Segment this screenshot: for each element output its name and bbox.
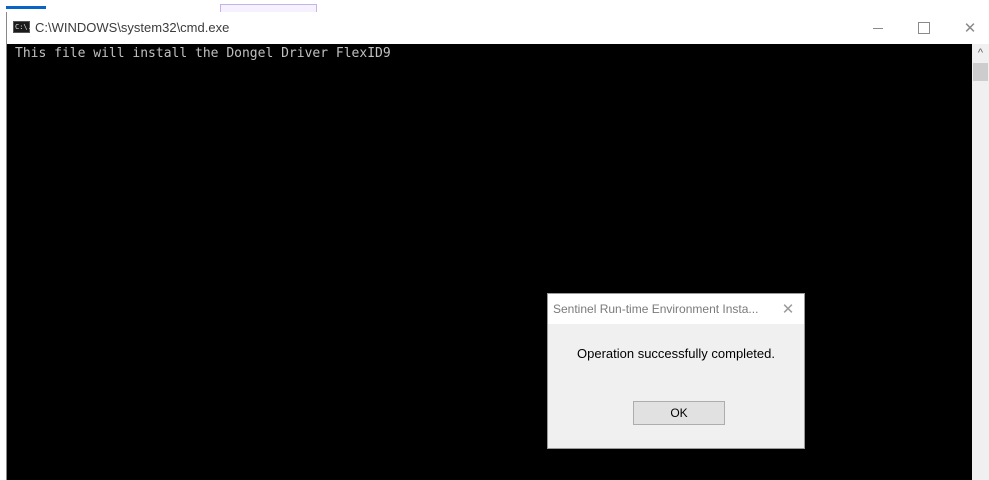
- console-output[interactable]: This file will install the Dongel Driver…: [7, 44, 972, 480]
- window-title: C:\WINDOWS\system32\cmd.exe: [35, 20, 230, 35]
- close-icon: ✕: [781, 301, 795, 318]
- dialog-titlebar[interactable]: Sentinel Run-time Environment Insta... ✕: [548, 294, 804, 324]
- console-line: This file will install the Dongel Driver…: [15, 46, 391, 61]
- scroll-up-button[interactable]: ^: [972, 44, 989, 61]
- maximize-icon: [918, 22, 930, 34]
- message-dialog: Sentinel Run-time Environment Insta... ✕…: [547, 293, 805, 449]
- vertical-scrollbar[interactable]: ^: [972, 44, 989, 480]
- minimize-icon: [873, 27, 883, 29]
- close-icon: ✕: [963, 20, 977, 37]
- dialog-close-button[interactable]: ✕: [774, 296, 802, 322]
- cmd-icon: C:\.: [13, 21, 32, 33]
- minimize-button[interactable]: [855, 12, 901, 44]
- ok-button[interactable]: OK: [633, 401, 725, 425]
- background-window-fragment: [220, 4, 317, 12]
- cmd-window: C:\. C:\WINDOWS\system32\cmd.exe ✕ This …: [6, 12, 989, 480]
- scroll-thumb[interactable]: [973, 63, 988, 81]
- dialog-title: Sentinel Run-time Environment Insta...: [553, 302, 759, 316]
- taskbar-accent-bar: [6, 6, 46, 9]
- chevron-up-icon: ^: [977, 46, 984, 59]
- cmd-titlebar[interactable]: C:\. C:\WINDOWS\system32\cmd.exe ✕: [7, 12, 989, 44]
- desktop-background: [0, 0, 989, 12]
- maximize-button[interactable]: [901, 12, 947, 44]
- close-button[interactable]: ✕: [947, 12, 989, 44]
- dialog-message: Operation successfully completed.: [577, 346, 775, 361]
